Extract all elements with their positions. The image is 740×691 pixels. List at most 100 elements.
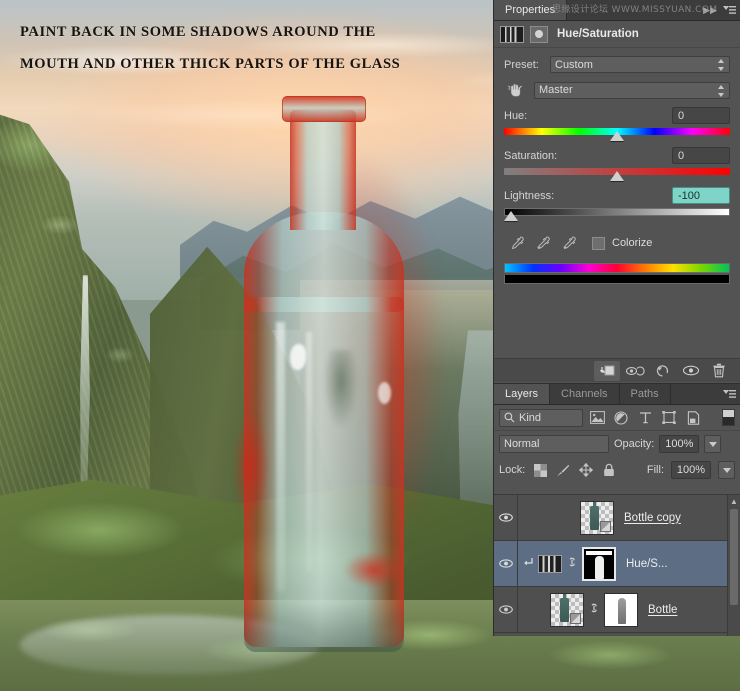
lock-transparency-icon[interactable] [532,462,548,478]
layers-tabbar: Layers Channels Paths [494,384,740,405]
eye-icon [498,559,513,568]
properties-footer [494,358,740,382]
bottle-red-edge-left [234,412,268,522]
caption-line-1: PAINT BACK IN SOME SHADOWS AROUND THE [20,24,376,40]
input-spectrum-bar[interactable] [504,263,730,273]
image-glyph [589,411,605,424]
preset-select[interactable]: Custom [550,56,730,73]
output-spectrum-bar[interactable] [504,275,730,284]
filter-kind-select[interactable]: Kind [499,408,583,427]
table-row[interactable]: Bottle copy [494,495,740,541]
hue-slider-thumb[interactable] [610,131,624,141]
colorize-checkbox[interactable] [592,236,605,250]
saturation-adjustment: Saturation: 0 [504,147,730,183]
eyedropper-glyph [511,236,524,250]
scroll-up-icon[interactable]: ▲ [728,495,740,507]
layer-name[interactable]: Bottle [648,604,677,616]
layers-scrollbar[interactable]: ▲ [727,495,740,636]
filter-kind-label: Kind [519,411,542,424]
reset-glyph [656,364,669,376]
clip-to-layer-icon[interactable] [594,360,620,381]
eye-glyph [682,365,700,376]
thumbnail-bottle-shape [560,593,569,622]
lock-all-icon[interactable] [601,462,617,478]
layer-name[interactable]: Hue/S... [626,558,668,570]
properties-tabbar: Properties ▶▶ 思缘设计论坛 WWW.MISSYUAN.COM [494,0,740,21]
lock-image-pixels-icon[interactable] [555,462,571,478]
link-mask-icon[interactable] [566,555,578,572]
eyedropper-subtract-icon[interactable] [556,233,582,253]
preset-spinner-icon[interactable] [718,59,725,71]
layer-thumbnail-cell[interactable] [518,592,638,627]
properties-panel-menu-icon[interactable] [718,0,740,20]
move-arrows-glyph [579,463,594,477]
scrollbar-thumb[interactable] [730,509,738,605]
glass-bottle [232,82,477,652]
filter-toggle-icon[interactable] [722,409,735,426]
eyedropper-icon[interactable] [504,233,530,253]
bottle-highlight-left [276,322,285,592]
tab-layers[interactable]: Layers [494,384,551,404]
tab-channels[interactable]: Channels [550,384,620,404]
saturation-slider-thumb[interactable] [610,171,624,181]
delete-icon[interactable] [706,361,732,381]
reset-icon[interactable] [650,361,676,381]
clip-to-layer-glyph [599,365,615,375]
lightness-value-field[interactable]: -100 [672,187,730,204]
layers-tabbar-spacer [670,384,718,404]
layer-visibility-toggle[interactable] [494,587,518,632]
link-mask-icon[interactable] [588,601,600,618]
pixel-layer-filter-icon[interactable] [587,409,607,427]
adjustment-layer-thumbnail[interactable] [538,554,562,573]
layer-thumbnail-cell[interactable] [518,500,614,535]
site-watermark: 思缘设计论坛 WWW.MISSYUAN.COM [552,5,718,15]
layer-thumbnail-cell[interactable] [536,546,616,581]
layer-mask-thumbnail[interactable] [582,546,616,581]
layer-thumbnail[interactable] [580,500,614,535]
blend-mode-select[interactable]: Normal [499,435,609,453]
channel-spinner-icon[interactable] [718,84,725,97]
layer-name[interactable]: Bottle copy [624,512,681,524]
layer-mask-thumbnail[interactable] [604,592,638,627]
lock-position-icon[interactable] [578,462,594,478]
fill-value-field[interactable]: 100% [671,461,711,479]
shape-layer-filter-icon[interactable] [659,409,679,427]
layers-panel-menu-icon[interactable] [718,384,740,404]
eyedropper-add-icon[interactable] [530,233,556,253]
adjustment-layer-filter-icon[interactable] [611,409,631,427]
channel-value: Master [539,84,573,96]
smart-object-filter-icon[interactable] [683,409,703,427]
hue-value-field[interactable]: 0 [672,107,730,124]
saturation-slider[interactable] [504,167,730,183]
thumbnail-corner-mark [570,612,581,624]
opacity-value-field[interactable]: 100% [659,435,700,453]
layer-thumbnail[interactable] [550,592,584,627]
thumbnail-corner-mark [600,520,611,532]
view-previous-state-icon[interactable] [622,361,648,381]
layer-visibility-toggle[interactable] [494,541,518,586]
lightness-track [504,208,730,216]
hue-label: Hue: [504,109,528,122]
on-image-adjust-icon[interactable] [504,80,526,100]
padlock-glyph [604,463,615,476]
channel-select[interactable]: Master [534,81,730,99]
adjustment-layer-icon[interactable] [500,25,524,43]
layer-visibility-toggle[interactable] [494,495,518,540]
lightness-slider[interactable] [503,207,730,223]
mask-bottle-shape [595,555,604,579]
layers-panel: Layers Channels Paths Kind Normal Opacit… [494,383,740,636]
tab-paths[interactable]: Paths [619,384,671,404]
lightness-slider-thumb[interactable] [503,211,518,221]
layer-list[interactable]: Bottle copy Hue/S... Bottle ▲ [494,494,740,636]
saturation-value-field[interactable]: 0 [672,147,730,164]
mask-icon[interactable] [530,25,548,43]
table-row[interactable]: Bottle [494,587,740,633]
toggle-visibility-icon[interactable] [678,361,704,381]
hue-slider[interactable] [504,127,730,143]
fill-dropdown-icon[interactable] [718,461,735,479]
previous-state-glyph [625,365,645,376]
type-layer-filter-icon[interactable] [635,409,655,427]
lock-label: Lock: [499,464,526,476]
table-row[interactable]: Hue/S... [494,541,740,587]
opacity-dropdown-icon[interactable] [704,435,722,453]
